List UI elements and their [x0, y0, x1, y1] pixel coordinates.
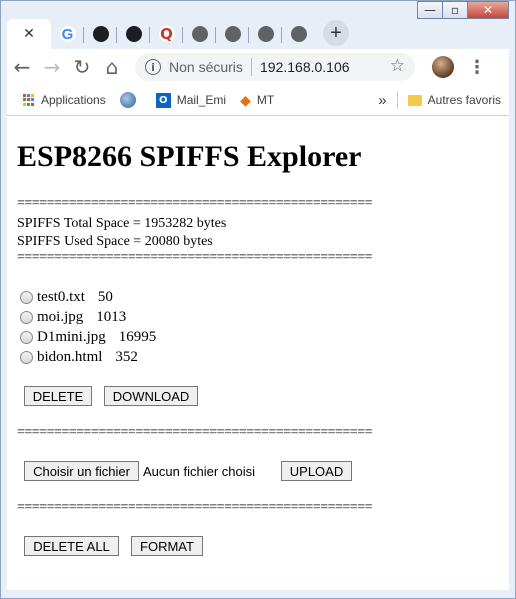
apps-grid-icon: [23, 94, 35, 106]
total-space-text: SPIFFS Total Space = 1953282 bytes: [17, 216, 227, 231]
address-divider: [251, 58, 252, 76]
bookmark-label: Autres favoris: [427, 93, 501, 107]
security-status: Non sécurisé: [169, 59, 243, 75]
github-icon: [92, 26, 109, 42]
file-row[interactable]: bidon.html 352: [20, 349, 138, 366]
bookmarks-divider: [396, 91, 398, 109]
file-name: test0.txt: [37, 289, 85, 305]
kebab-menu-icon[interactable]: ⋮: [468, 57, 486, 78]
delete-button[interactable]: DELETE: [24, 386, 92, 406]
download-button[interactable]: DOWNLOAD: [104, 386, 198, 406]
delete-all-button[interactable]: DELETE ALL: [24, 536, 119, 556]
tab-globe-4[interactable]: [282, 19, 315, 49]
no-file-chosen-text: Aucun fichier choisi: [143, 464, 255, 479]
tab-q[interactable]: Q: [150, 19, 183, 49]
tab-github-1[interactable]: [84, 19, 117, 49]
file-size: 16995: [118, 329, 157, 345]
bookmark-applications[interactable]: Applications: [23, 93, 106, 107]
close-window-button[interactable]: ✕: [467, 1, 509, 19]
page-content: ESP8266 SPIFFS Explorer ================…: [7, 116, 509, 590]
tab-globe-3[interactable]: [249, 19, 282, 49]
file-radio[interactable]: [20, 351, 33, 364]
file-size: 352: [115, 349, 138, 365]
file-size: 1013: [96, 309, 127, 325]
info-icon[interactable]: i: [145, 59, 161, 75]
q-icon: Q: [158, 25, 175, 43]
separator-line: ========================================…: [17, 250, 372, 265]
url-text[interactable]: 192.168.0.106: [260, 59, 350, 75]
minimize-button[interactable]: —: [417, 1, 443, 19]
upload-button[interactable]: UPLOAD: [281, 461, 352, 481]
tab-google[interactable]: G: [51, 19, 84, 49]
globe-icon: [191, 26, 208, 42]
address-bar[interactable]: i Non sécurisé 192.168.0.106 ☆: [135, 53, 415, 81]
separator-line: ========================================…: [17, 500, 372, 515]
maximize-button[interactable]: ▫: [442, 1, 468, 19]
new-tab-button[interactable]: +: [323, 20, 349, 46]
format-button[interactable]: FORMAT: [131, 536, 203, 556]
folder-icon: [407, 94, 422, 106]
separator-line: ========================================…: [17, 425, 372, 440]
globe-icon: [290, 26, 307, 42]
tab-strip: ✕ G Q +: [7, 15, 349, 49]
tab-github-2[interactable]: [117, 19, 150, 49]
file-name: bidon.html: [37, 349, 103, 365]
site-icon: [119, 92, 136, 108]
bookmark-other-favorites[interactable]: Autres favoris: [407, 93, 501, 107]
bookmark-site[interactable]: [119, 92, 142, 108]
file-name: moi.jpg: [37, 309, 84, 325]
separator-line: ========================================…: [17, 196, 372, 211]
bookmarks-overflow-button[interactable]: »: [378, 92, 386, 109]
google-icon: G: [59, 26, 76, 43]
file-size: 50: [97, 289, 113, 305]
browser-toolbar: ← → ↻ ⌂ i Non sécurisé 192.168.0.106 ☆ ⋮: [7, 49, 509, 85]
file-row[interactable]: D1mini.jpg 16995: [20, 329, 156, 346]
bookmark-star-icon[interactable]: ☆: [390, 56, 405, 76]
back-arrow-icon[interactable]: ←: [7, 55, 37, 79]
outlook-icon: O: [155, 92, 171, 108]
browser-window: — ▫ ✕ ✕ G Q + ← → ↻ ⌂ i Non sécurisé 192…: [0, 0, 516, 599]
bookmark-label: MT: [256, 93, 275, 107]
file-row[interactable]: test0.txt 50: [20, 289, 113, 306]
profile-avatar[interactable]: [432, 56, 454, 78]
window-controls: — ▫ ✕: [417, 1, 509, 19]
tab-globe-1[interactable]: [183, 19, 216, 49]
github-icon: [125, 26, 142, 42]
home-icon[interactable]: ⌂: [97, 55, 127, 79]
used-space-text: SPIFFS Used Space = 20080 bytes: [17, 234, 213, 249]
choose-file-button[interactable]: Choisir un fichier: [24, 461, 139, 481]
reload-icon[interactable]: ↻: [67, 55, 97, 79]
mt-icon: ◆: [240, 91, 251, 108]
file-radio[interactable]: [20, 331, 33, 344]
globe-icon: [257, 26, 274, 42]
bookmark-label: Applications: [41, 93, 106, 107]
bookmark-mail-emi[interactable]: O Mail_Emi: [155, 92, 227, 108]
globe-icon: [224, 26, 241, 42]
close-tab-icon[interactable]: ✕: [23, 26, 35, 42]
page-title: ESP8266 SPIFFS Explorer: [17, 140, 362, 173]
tab-globe-2[interactable]: [216, 19, 249, 49]
tab-active[interactable]: ✕: [7, 19, 51, 49]
file-name: D1mini.jpg: [37, 329, 106, 345]
file-radio[interactable]: [20, 311, 33, 324]
file-row[interactable]: moi.jpg 1013: [20, 309, 126, 326]
bookmark-label: Mail_Emi: [176, 93, 227, 107]
file-radio[interactable]: [20, 291, 33, 304]
bookmark-mt[interactable]: ◆ MT: [240, 92, 274, 109]
bookmarks-bar: Applications O Mail_Emi ◆ MT » Autres fa…: [7, 85, 509, 116]
forward-arrow-icon[interactable]: →: [37, 55, 67, 79]
